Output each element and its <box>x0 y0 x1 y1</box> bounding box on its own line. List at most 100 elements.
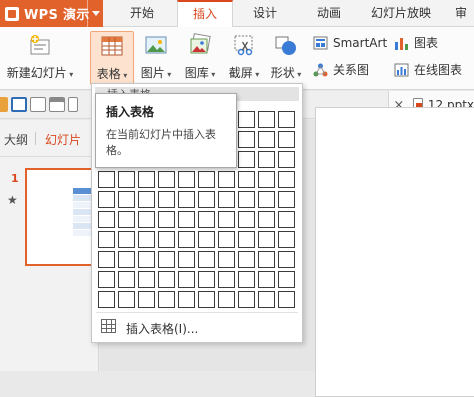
table-grid-cell[interactable] <box>138 231 155 248</box>
app-menu-dropdown-icon[interactable] <box>87 0 103 27</box>
table-grid-cell[interactable] <box>238 291 255 308</box>
table-grid-cell[interactable] <box>218 171 235 188</box>
table-grid-cell[interactable] <box>278 211 295 228</box>
insert-table-menu-item[interactable]: 插入表格(I)... <box>98 316 296 338</box>
table-grid-cell[interactable] <box>178 211 195 228</box>
table-grid-cell[interactable] <box>258 111 275 128</box>
table-grid-cell[interactable] <box>278 251 295 268</box>
tab-animation[interactable]: 动画 <box>297 0 361 27</box>
table-grid-cell[interactable] <box>158 211 175 228</box>
new-slide-button[interactable]: 新建幻灯片 <box>2 31 78 85</box>
table-grid-cell[interactable] <box>158 251 175 268</box>
table-grid-cell[interactable] <box>238 131 255 148</box>
picture-button[interactable]: 图片 <box>136 31 176 85</box>
table-grid-cell[interactable] <box>258 251 275 268</box>
table-grid-cell[interactable] <box>98 171 115 188</box>
table-grid-cell[interactable] <box>258 291 275 308</box>
table-grid-cell[interactable] <box>198 211 215 228</box>
export-pdf-icon[interactable] <box>30 97 46 112</box>
table-grid-cell[interactable] <box>178 251 195 268</box>
table-grid-cell[interactable] <box>278 271 295 288</box>
table-grid-cell[interactable] <box>138 251 155 268</box>
table-grid-cell[interactable] <box>218 271 235 288</box>
chart-button[interactable]: 图表 <box>394 34 438 52</box>
table-grid-cell[interactable] <box>158 231 175 248</box>
table-grid-cell[interactable] <box>98 231 115 248</box>
table-grid-cell[interactable] <box>238 111 255 128</box>
online-chart-button[interactable]: 在线图表 <box>394 61 462 79</box>
table-grid-cell[interactable] <box>238 171 255 188</box>
table-grid-cell[interactable] <box>278 171 295 188</box>
tab-review[interactable]: 审 <box>448 0 474 27</box>
table-grid-cell[interactable] <box>238 211 255 228</box>
table-grid-cell[interactable] <box>198 231 215 248</box>
tab-design[interactable]: 设计 <box>233 0 297 27</box>
slide-thumbnail[interactable] <box>25 168 99 266</box>
table-grid-cell[interactable] <box>218 291 235 308</box>
table-grid-cell[interactable] <box>158 271 175 288</box>
table-grid-cell[interactable] <box>198 291 215 308</box>
table-grid-cell[interactable] <box>178 231 195 248</box>
table-grid-cell[interactable] <box>238 251 255 268</box>
table-grid-cell[interactable] <box>118 291 135 308</box>
table-grid-cell[interactable] <box>118 211 135 228</box>
table-grid-cell[interactable] <box>178 291 195 308</box>
table-grid-cell[interactable] <box>238 191 255 208</box>
table-grid-cell[interactable] <box>138 291 155 308</box>
screenshot-button[interactable]: 截屏 <box>224 31 264 85</box>
table-grid-cell[interactable] <box>278 191 295 208</box>
tab-slideshow[interactable]: 幻灯片放映 <box>361 0 441 27</box>
table-grid-cell[interactable] <box>98 211 115 228</box>
table-grid-cell[interactable] <box>258 131 275 148</box>
table-grid-cell[interactable] <box>278 231 295 248</box>
table-grid-cell[interactable] <box>258 171 275 188</box>
table-grid-cell[interactable] <box>98 291 115 308</box>
table-grid-cell[interactable] <box>118 251 135 268</box>
app-menu-button[interactable]: WPS 演示 <box>0 0 103 27</box>
table-grid-cell[interactable] <box>278 111 295 128</box>
tab-insert[interactable]: 插入 <box>177 0 233 28</box>
table-grid-cell[interactable] <box>258 211 275 228</box>
table-button[interactable]: 表格 <box>90 31 134 85</box>
table-grid-cell[interactable] <box>158 171 175 188</box>
table-grid-cell[interactable] <box>198 191 215 208</box>
table-grid-cell[interactable] <box>258 271 275 288</box>
shape-button[interactable]: 形状 <box>266 31 306 85</box>
preview-icon[interactable] <box>68 97 78 112</box>
table-grid-cell[interactable] <box>198 171 215 188</box>
table-grid-cell[interactable] <box>198 251 215 268</box>
table-grid-cell[interactable] <box>178 271 195 288</box>
table-grid-cell[interactable] <box>218 191 235 208</box>
table-grid-cell[interactable] <box>118 231 135 248</box>
table-grid-cell[interactable] <box>218 231 235 248</box>
table-grid-cell[interactable] <box>258 231 275 248</box>
table-grid-cell[interactable] <box>178 171 195 188</box>
table-grid-cell[interactable] <box>138 211 155 228</box>
table-grid-cell[interactable] <box>98 251 115 268</box>
tab-home[interactable]: 开始 <box>107 0 177 27</box>
table-grid-cell[interactable] <box>118 271 135 288</box>
table-grid-cell[interactable] <box>218 251 235 268</box>
table-grid-cell[interactable] <box>98 191 115 208</box>
table-grid-cell[interactable] <box>158 291 175 308</box>
relation-chart-button[interactable]: 关系图 <box>313 61 369 79</box>
table-grid-cell[interactable] <box>238 231 255 248</box>
tab-slides[interactable]: 幻灯片 <box>45 131 81 148</box>
table-grid-cell[interactable] <box>238 271 255 288</box>
table-grid-cell[interactable] <box>118 171 135 188</box>
gallery-button[interactable]: 图库 <box>178 31 222 85</box>
table-grid-cell[interactable] <box>198 271 215 288</box>
table-grid-cell[interactable] <box>138 191 155 208</box>
table-grid-cell[interactable] <box>138 271 155 288</box>
table-grid-cell[interactable] <box>238 151 255 168</box>
table-grid-cell[interactable] <box>178 191 195 208</box>
print-icon[interactable] <box>49 97 65 112</box>
open-folder-icon[interactable] <box>0 97 8 112</box>
table-grid-cell[interactable] <box>258 191 275 208</box>
table-grid-cell[interactable] <box>98 271 115 288</box>
table-grid-cell[interactable] <box>158 191 175 208</box>
table-grid-cell[interactable] <box>278 291 295 308</box>
save-icon[interactable] <box>11 97 27 112</box>
table-grid-cell[interactable] <box>278 131 295 148</box>
slide-canvas[interactable] <box>315 107 474 397</box>
